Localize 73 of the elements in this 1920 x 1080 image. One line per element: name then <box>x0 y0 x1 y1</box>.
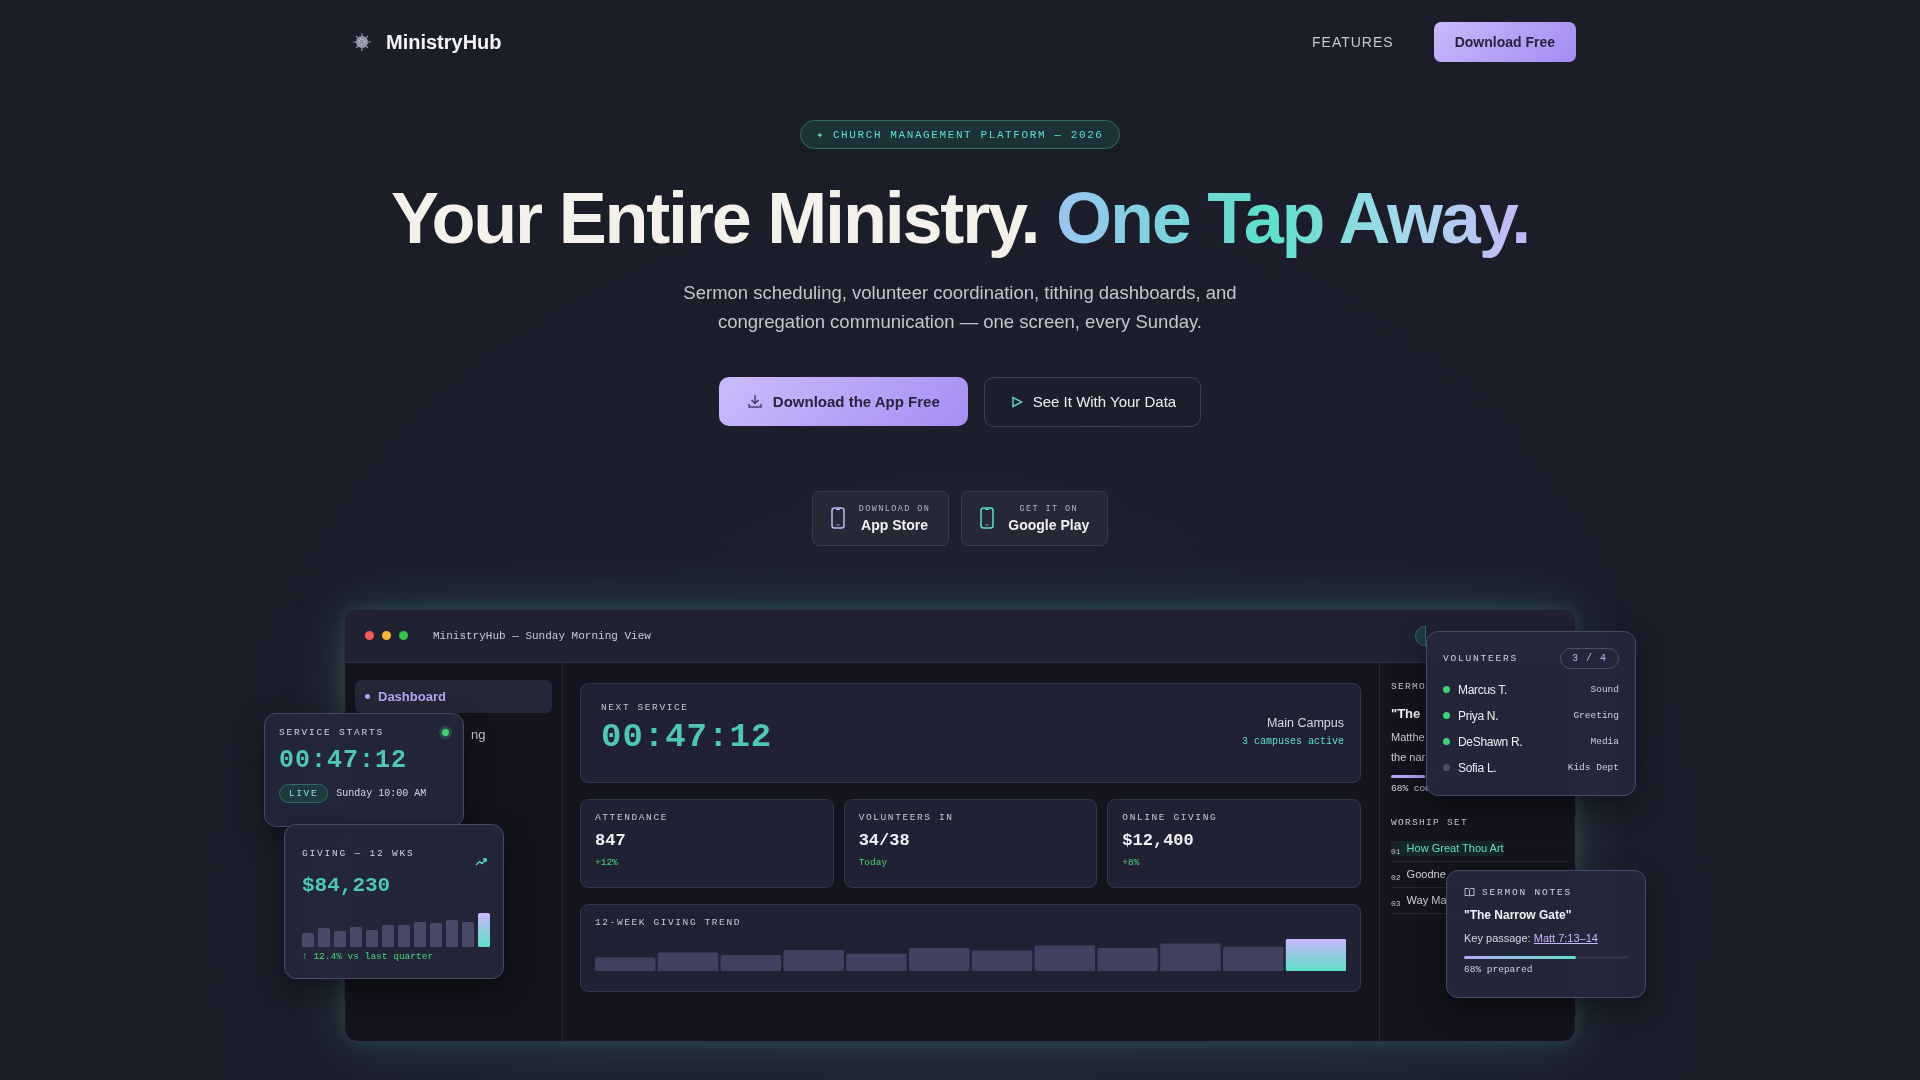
nav-link[interactable]: FEATURES <box>1312 34 1394 50</box>
key-passage: Key passage: Matt 7:13–14 <box>1464 931 1599 944</box>
store-caption: DOWNLOAD ON <box>858 503 931 514</box>
countdown: 00:47:12 <box>601 717 773 756</box>
volunteer-name: Priya N. <box>1458 708 1500 723</box>
card-label: SERVICE STARTS <box>279 726 384 738</box>
volunteer-name: Marcus T. <box>1458 682 1509 697</box>
store-name: Google Play <box>1008 516 1090 533</box>
book-icon <box>1464 887 1475 898</box>
sidebar-item[interactable]: ng <box>469 717 490 751</box>
campus-count: 3 campuses active <box>1241 735 1344 747</box>
phone-icon <box>830 507 845 530</box>
play-icon <box>1010 395 1023 408</box>
card-label: VOLUNTEERS <box>1443 652 1518 664</box>
live-pill <box>1415 625 1426 646</box>
card-label: NEXT SERVICE <box>601 701 690 713</box>
phone-icon <box>980 507 995 530</box>
trend-up-icon <box>475 856 487 866</box>
sermon-title: "The <box>1391 705 1421 721</box>
stat-value: $12,400 <box>1122 830 1195 850</box>
platform-badge: ✦ CHURCH MANAGEMENT PLATFORM — 2026 <box>800 120 1120 149</box>
hero-subtitle: Sermon scheduling, volunteer coordination, tithing dashboards, and congregation communication — one screen, every Sunday. <box>682 280 1238 334</box>
sermon-description: the nar <box>1391 749 1426 765</box>
campus-name: Main Campus <box>1266 715 1344 730</box>
sermon-title: "The Narrow Gate" <box>1464 907 1573 922</box>
passage-link[interactable]: Matt 7:13–14 <box>1533 931 1598 944</box>
close-dot[interactable] <box>365 631 374 641</box>
headline: Your Entire Ministry. <box>391 178 1039 258</box>
app-store-button[interactable]: DOWNLOAD ON App Store <box>811 490 950 546</box>
download-app-button[interactable]: Download the App Free <box>718 376 968 426</box>
logo-icon <box>352 32 372 52</box>
stat-note: Today <box>858 856 889 868</box>
worship-song[interactable]: 02 Goodne <box>1391 866 1446 882</box>
stat-label: ATTENDANCE <box>595 811 669 823</box>
store-caption: GET IT ON <box>1019 503 1078 514</box>
countdown: 00:47:12 <box>279 745 409 775</box>
stat-value: 34/38 <box>858 830 911 850</box>
stat-value: 847 <box>595 830 627 850</box>
download-button[interactable]: Download Free <box>1433 22 1576 62</box>
volunteer-role: Greeting <box>1573 710 1619 722</box>
progress-text: 68% prepared <box>1464 963 1534 975</box>
sidebar-item[interactable]: Dashboard <box>355 679 552 713</box>
live-badge: LIVE <box>279 783 329 803</box>
worship-label: WORSHIP SET <box>1391 816 1468 828</box>
brand-name: MinistryHub <box>386 30 502 54</box>
card-label: GIVING — 12 WKS <box>302 847 415 859</box>
stat-label: VOLUNTEERS IN <box>858 811 955 823</box>
worship-song[interactable]: 01 How Great Thou Art <box>1391 840 1504 856</box>
stat-label: ONLINE GIVING <box>1122 811 1219 823</box>
giving-change: ↑ 12.4% vs last quarter <box>302 950 435 962</box>
volunteer-role: Kids Dept <box>1567 762 1619 774</box>
status-dot <box>442 728 449 736</box>
volunteer-role: Sound <box>1590 684 1619 696</box>
worship-song[interactable]: 03 Way Ma <box>1391 892 1447 908</box>
google-play-button[interactable]: GET IT ON Google Play <box>961 490 1109 546</box>
panel-label: SERMO <box>1391 680 1426 692</box>
window-title: MinistryHub — Sunday Morning View <box>433 629 651 642</box>
volunteer-role: Media <box>1590 736 1619 748</box>
card-label: SERMON NOTES <box>1482 886 1572 898</box>
trend-title: 12-WEEK GIVING TREND <box>595 916 743 928</box>
giving-amount: $84,230 <box>302 873 392 897</box>
sermon-description: Matthe <box>1391 729 1425 745</box>
download-icon <box>746 393 763 410</box>
progress-note: 68% com <box>1391 782 1431 794</box>
store-name: App Store <box>861 516 928 533</box>
service-time: Sunday 10:00 AM <box>336 787 427 799</box>
minimize-dot[interactable] <box>382 631 391 641</box>
volunteer-name: Sofia L. <box>1458 760 1498 775</box>
stat-note: +8% <box>1122 856 1141 868</box>
stat-note: +12% <box>595 856 619 868</box>
volunteer-name: DeShawn R. <box>1458 734 1524 749</box>
see-data-button[interactable]: See It With Your Data <box>983 376 1202 427</box>
maximize-dot[interactable] <box>399 631 408 641</box>
